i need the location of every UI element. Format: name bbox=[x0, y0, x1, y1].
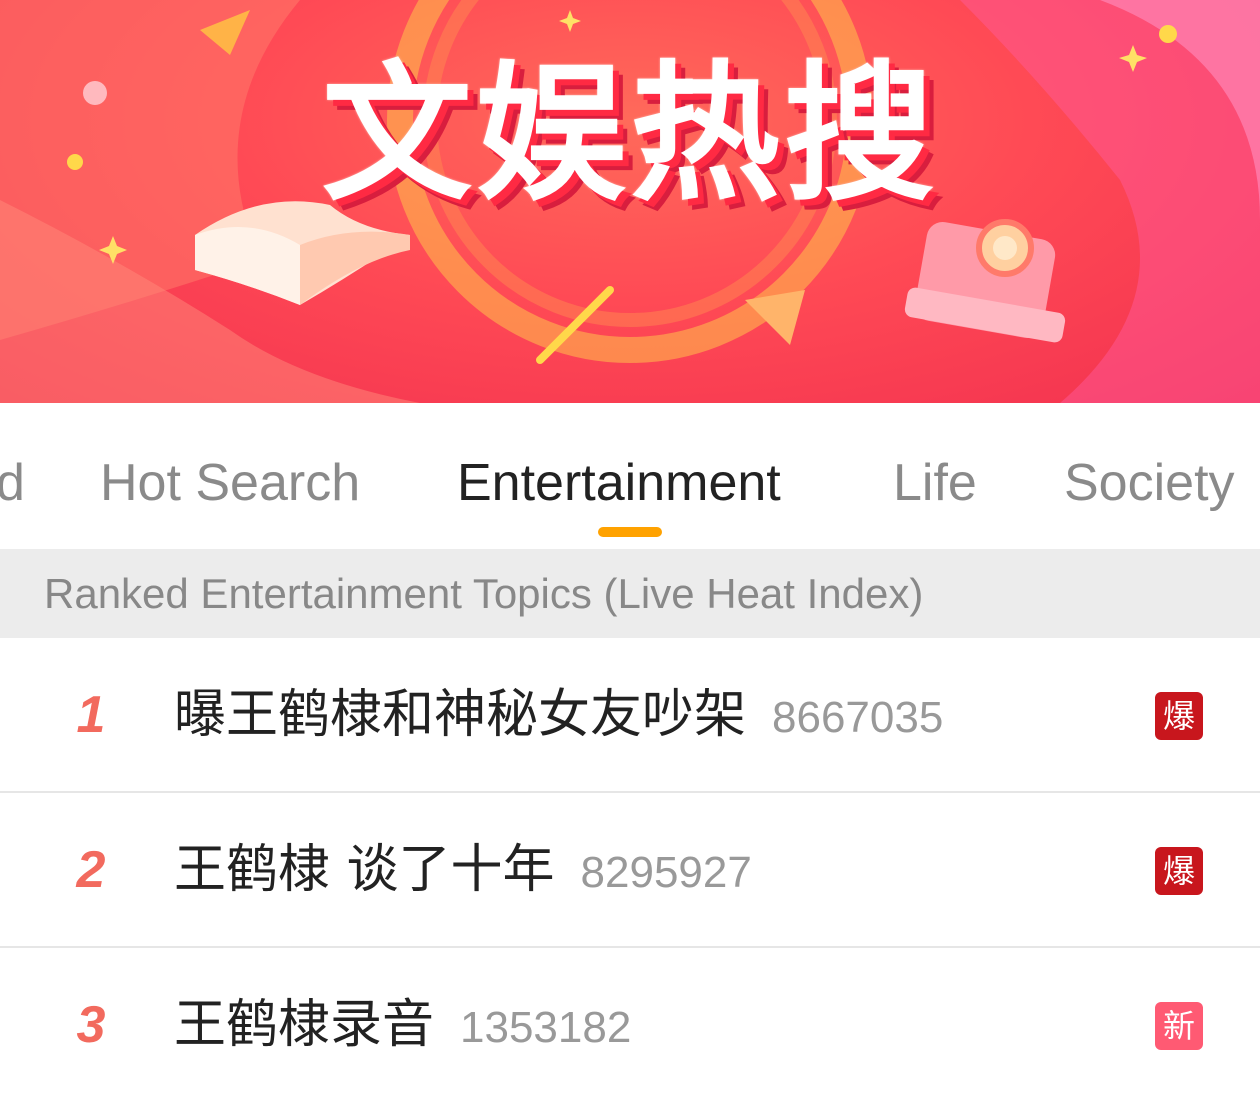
topic-line: 王鹤棣录音 1353182 bbox=[174, 948, 631, 1100]
rank-number: 1 bbox=[76, 686, 106, 744]
list-item[interactable]: 1 曝王鹤棣和神秘女友吵架 8667035 爆 bbox=[0, 638, 1260, 793]
list-item[interactable]: 2 王鹤棣 谈了十年 8295927 爆 bbox=[0, 793, 1260, 948]
list-item[interactable]: 3 王鹤棣录音 1353182 新 bbox=[0, 948, 1260, 1100]
section-header-text: Ranked Entertainment Topics (Live Heat I… bbox=[44, 570, 924, 617]
topic-title: 曝王鹤棣和神秘女友吵架 bbox=[174, 685, 747, 745]
tab-life[interactable]: Life bbox=[893, 443, 977, 523]
new-badge: 新 bbox=[1155, 1002, 1203, 1050]
tab-hot-search[interactable]: Hot Search bbox=[100, 443, 360, 523]
hot-badge: 爆 bbox=[1155, 847, 1203, 895]
banner-title: 文娱热搜 bbox=[321, 48, 938, 222]
hero-banner: 文娱热搜 bbox=[0, 0, 1260, 403]
heat-index: 8667035 bbox=[772, 693, 944, 742]
heat-index: 1353182 bbox=[460, 1003, 632, 1052]
section-header: Ranked Entertainment Topics (Live Heat I… bbox=[0, 549, 1260, 638]
rank-number: 3 bbox=[76, 996, 106, 1054]
rank-number: 2 bbox=[76, 841, 106, 899]
tab-entertainment[interactable]: Entertainment bbox=[457, 443, 781, 523]
active-tab-indicator bbox=[598, 527, 662, 537]
topic-line: 曝王鹤棣和神秘女友吵架 8667035 bbox=[174, 638, 943, 795]
hot-badge: 爆 bbox=[1155, 692, 1203, 740]
topic-title: 王鹤棣 谈了十年 bbox=[174, 840, 555, 900]
tab-society[interactable]: Society bbox=[1064, 443, 1235, 523]
topic-line: 王鹤棣 谈了十年 8295927 bbox=[174, 793, 752, 950]
heat-index: 8295927 bbox=[580, 848, 752, 897]
topic-title: 王鹤棣录音 bbox=[174, 995, 435, 1055]
tab-partial[interactable]: d bbox=[0, 443, 25, 523]
